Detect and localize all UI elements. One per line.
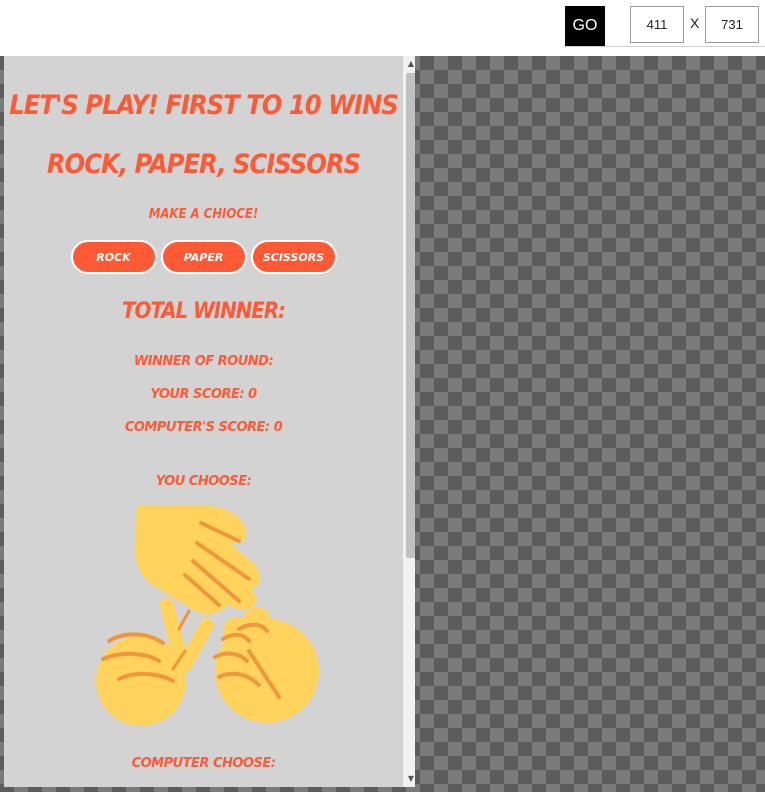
round-winner: Winner of Round:	[133, 354, 274, 369]
total-winner: Total Winner:	[122, 299, 286, 324]
rock-paper-scissors-hands-icon	[96, 506, 319, 726]
paper-button[interactable]: Paper	[160, 240, 247, 274]
rock-button[interactable]: Rock	[70, 240, 157, 274]
make-choice-label: Make a chioce!	[148, 207, 259, 222]
main-heading: Let's Play! First to 10 wins	[9, 90, 399, 121]
device-viewport: Let's Play! First to 10 wins Rock, Paper…	[4, 56, 415, 787]
choice-buttons: Rock Paper Scissors	[4, 240, 403, 274]
url-input[interactable]	[0, 0, 564, 47]
width-input[interactable]	[630, 6, 684, 43]
scroll-thumb[interactable]	[406, 73, 415, 558]
toolbar: GO X	[0, 0, 765, 47]
scissors-button[interactable]: Scissors	[250, 240, 337, 274]
computer-score: Computer's score: 0	[124, 420, 283, 435]
paper-hand-icon	[134, 506, 261, 615]
you-choose-label: You choose:	[155, 474, 252, 489]
scissors-hand-icon	[96, 598, 214, 726]
game-title: Rock, Paper, Scissors	[46, 149, 361, 180]
scroll-down-icon[interactable]: ▼	[403, 771, 415, 787]
height-input[interactable]	[705, 6, 759, 43]
rock-hand-icon	[213, 607, 319, 723]
dimension-separator: X	[690, 15, 700, 31]
go-button[interactable]: GO	[565, 6, 605, 46]
scrollbar[interactable]: ▲ ▼	[403, 56, 415, 787]
your-score: Your score: 0	[150, 387, 257, 402]
scroll-up-icon[interactable]: ▲	[403, 56, 415, 72]
computer-choose-label: Computer choose:	[131, 756, 276, 771]
